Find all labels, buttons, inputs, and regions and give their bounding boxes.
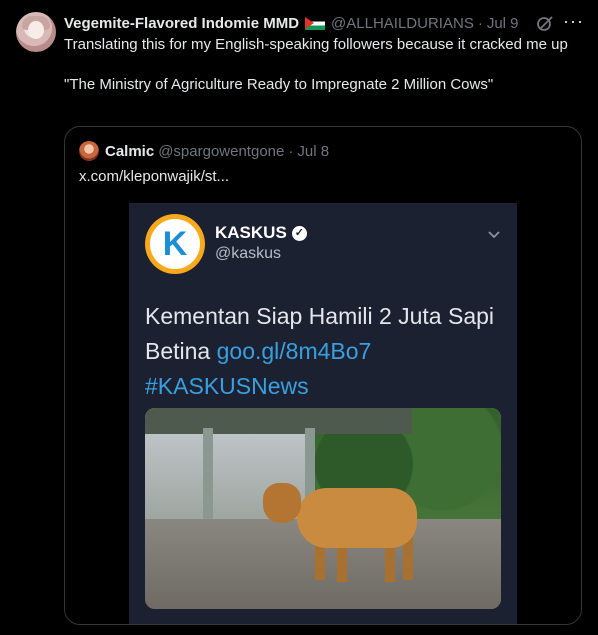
chevron-down-icon — [488, 231, 500, 239]
quote-date: Jul 8 — [297, 142, 330, 160]
more-icon[interactable]: ··· — [563, 12, 583, 32]
post-header: Vegemite-Flavored Indomie MMD @ALLHAILDU… — [64, 13, 578, 33]
quote-separator: · — [288, 142, 294, 160]
post-text: Translating this for my English-speaking… — [64, 35, 574, 95]
quote-text: x.com/kleponwajik/st... — [79, 168, 230, 185]
post-text-line-2: "The Ministry of Agriculture Ready to Im… — [64, 76, 494, 93]
separator: · — [477, 14, 483, 32]
headline-hashtag: #KASKUSNews — [145, 373, 309, 399]
grok-icon[interactable] — [536, 14, 554, 32]
kaskus-name: KASKUS ✓ — [215, 223, 307, 243]
post[interactable]: Vegemite-Flavored Indomie MMD @ALLHAILDU… — [0, 0, 598, 635]
post-text-line-1: Translating this for my English-speaking… — [64, 36, 568, 53]
quote-header: Calmic @spargowentgone · Jul 8 — [105, 141, 329, 161]
verified-icon: ✓ — [291, 225, 307, 241]
kaskus-headline: Kementan Siap Hamili 2 Juta Sapi Betina … — [145, 299, 505, 404]
post-date[interactable]: Jul 9 — [487, 15, 519, 32]
quoted-post[interactable]: Calmic @spargowentgone · Jul 8 x.com/kle… — [64, 126, 582, 625]
kaskus-logo: K — [145, 214, 205, 274]
cow-photo — [145, 408, 501, 609]
quote-author-avatar — [79, 141, 99, 161]
palestine-flag-icon — [305, 16, 326, 30]
headline-link: goo.gl/8m4Bo7 — [216, 338, 372, 364]
author-name[interactable]: Vegemite-Flavored Indomie MMD — [64, 15, 299, 32]
kaskus-handle: @kaskus — [215, 245, 282, 262]
quote-author-name: Calmic — [105, 142, 155, 160]
cow — [297, 488, 417, 548]
kaskus-screenshot: K KASKUS ✓ @kaskus Kementan Siap Hamili … — [129, 203, 517, 624]
author-avatar[interactable] — [16, 12, 56, 52]
author-handle[interactable]: @ALLHAILDURIANS — [331, 15, 474, 32]
quote-author-handle: @spargowentgone — [158, 142, 285, 160]
